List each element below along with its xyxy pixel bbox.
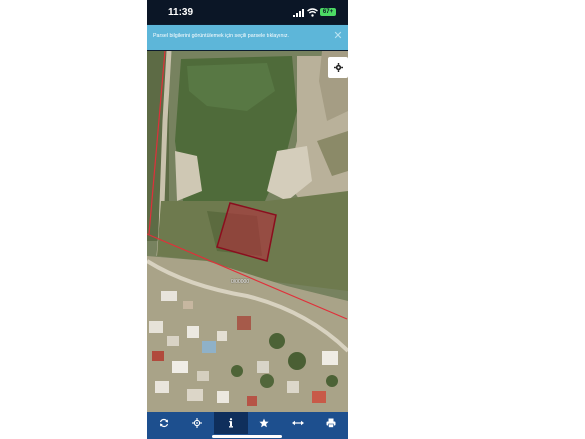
map-settings-button[interactable]: [328, 57, 348, 78]
home-bar: [147, 434, 348, 439]
info-icon: [228, 418, 233, 428]
signal-icon: [293, 9, 304, 17]
status-time: 11:39: [168, 7, 194, 18]
locate-icon: [192, 418, 203, 428]
gear-icon: [333, 63, 343, 72]
status-bar: 11:39 67+: [147, 0, 348, 24]
star-icon: [259, 418, 269, 428]
notice-bar: Parsel bilgilerini görüntülemek için seç…: [147, 25, 348, 50]
locate-button[interactable]: [181, 412, 215, 434]
close-icon[interactable]: ✕: [332, 30, 344, 42]
parcel-label: 0/00000: [231, 279, 250, 285]
wifi-icon: [307, 8, 318, 17]
home-indicator[interactable]: [212, 435, 282, 438]
favorite-button[interactable]: [248, 412, 282, 434]
refresh-icon: [159, 418, 168, 428]
info-button[interactable]: [214, 412, 248, 434]
map-view[interactable]: 0/00000: [147, 51, 348, 412]
battery-indicator: 67+: [320, 8, 336, 16]
satellite-imagery: [147, 51, 348, 412]
refresh-button[interactable]: [147, 412, 181, 434]
measure-icon: [291, 420, 304, 426]
print-button[interactable]: [315, 412, 349, 434]
notice-text: Parsel bilgilerini görüntülemek için seç…: [153, 33, 290, 39]
measure-button[interactable]: [281, 412, 315, 434]
bottom-toolbar: [147, 412, 348, 434]
print-icon: [326, 418, 336, 428]
phone-screen: 11:39 67+ Parsel bilgilerini görüntüleme…: [147, 0, 348, 439]
